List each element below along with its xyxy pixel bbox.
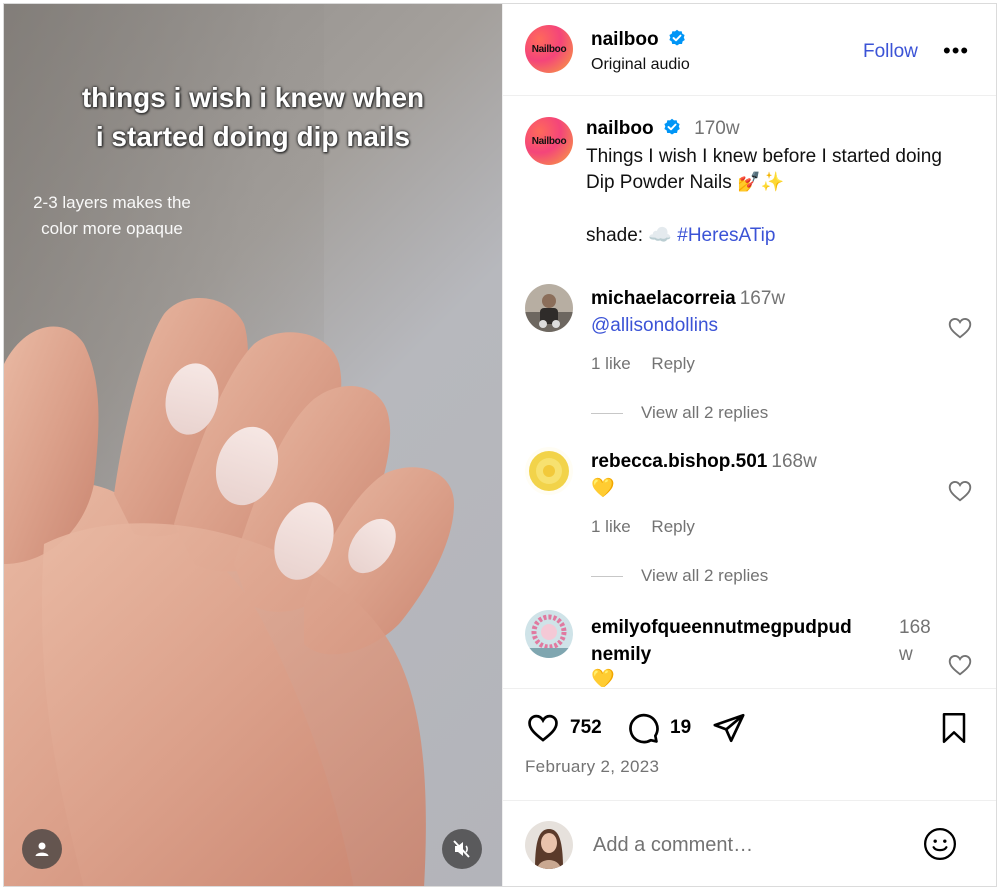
comment-mention-link[interactable]: @allisondollins <box>591 315 718 337</box>
post-date: February 2, 2023 <box>525 757 660 776</box>
view-replies-button[interactable]: View all 2 replies <box>591 403 768 423</box>
video-player[interactable]: things i wish i knew when i started doin… <box>4 4 502 886</box>
comment-age: 168 w <box>899 617 931 665</box>
heart-icon <box>528 714 558 742</box>
paper-plane-icon <box>713 713 745 743</box>
comment-avatar[interactable] <box>525 284 573 332</box>
caption-age: 170w <box>694 118 740 139</box>
save-button[interactable] <box>939 711 978 745</box>
nailboo-avatar[interactable]: Nailboo <box>525 25 573 73</box>
comment-button[interactable]: 19 <box>625 711 691 745</box>
post-header: Nailboo nailboo Original audio Follow ••… <box>503 4 996 96</box>
caption-avatar[interactable]: Nailboo <box>525 117 573 165</box>
video-subcaption: 2-3 layers makes the color more opaque <box>33 193 191 238</box>
comment-meta: 1 like Reply <box>591 517 711 537</box>
comment-text: 💛 <box>591 669 615 687</box>
caption-username[interactable]: nailboo 170w <box>586 118 740 140</box>
heart-icon[interactable] <box>947 478 973 504</box>
heart-icon[interactable] <box>947 652 973 678</box>
comments-scroll-area[interactable]: Nailboo nailboo 170w Things I wish I kne… <box>503 97 996 687</box>
comment-count: 19 <box>670 717 692 738</box>
caption-shade: shade: ☁️ #HeresATip <box>586 225 776 246</box>
comment-avatar[interactable] <box>525 610 573 658</box>
user-icon <box>35 842 49 856</box>
caption-text: Things I wish I knew before I started do… <box>586 146 942 193</box>
post-panel: Nailboo nailboo Original audio Follow ••… <box>502 4 996 886</box>
mute-toggle-button[interactable] <box>442 829 482 869</box>
share-button[interactable] <box>711 711 756 745</box>
hashtag-link[interactable]: #HeresATip <box>677 225 775 246</box>
comment-username[interactable]: michaelacorreia 167w <box>591 288 785 310</box>
bookmark-icon <box>942 713 966 743</box>
comment-likes[interactable]: 1 like <box>591 517 631 536</box>
comment-icon <box>629 713 659 744</box>
header-username[interactable]: nailboo <box>591 29 686 51</box>
add-comment-bar <box>503 800 996 886</box>
like-count: 752 <box>570 717 602 738</box>
emoji-icon[interactable] <box>923 827 957 861</box>
comment-username[interactable]: rebecca.bishop.501 168w <box>591 451 817 473</box>
tagged-users-button[interactable] <box>22 829 62 869</box>
video-caption: things i wish i knew when i started doin… <box>81 82 425 152</box>
comment-avatar[interactable] <box>525 447 573 495</box>
current-user-avatar <box>525 821 573 869</box>
verified-badge-icon <box>664 118 680 135</box>
audio-link[interactable]: Original audio <box>591 56 690 74</box>
post-actions: 752 19 February 2, 2023 <box>503 688 996 800</box>
post-dialog: things i wish i knew when i started doin… <box>3 3 997 887</box>
verified-badge-icon <box>669 29 685 46</box>
heart-icon[interactable] <box>947 315 973 341</box>
reply-button[interactable]: Reply <box>651 517 694 536</box>
more-options-icon[interactable]: ••• <box>943 38 969 64</box>
like-button[interactable]: 752 <box>525 711 602 745</box>
reply-button[interactable]: Reply <box>651 354 694 373</box>
muted-speaker-icon <box>453 840 470 858</box>
comment-likes[interactable]: 1 like <box>591 354 631 373</box>
follow-button[interactable]: Follow <box>863 41 918 63</box>
comment-meta: 1 like Reply <box>591 354 711 374</box>
view-replies-button[interactable]: View all 2 replies <box>591 566 768 586</box>
comment-text: 💛 <box>591 478 615 499</box>
comment-username[interactable]: emilyofqueennutmegpudpud nemily <box>591 614 891 668</box>
comment-input[interactable] <box>593 829 913 861</box>
